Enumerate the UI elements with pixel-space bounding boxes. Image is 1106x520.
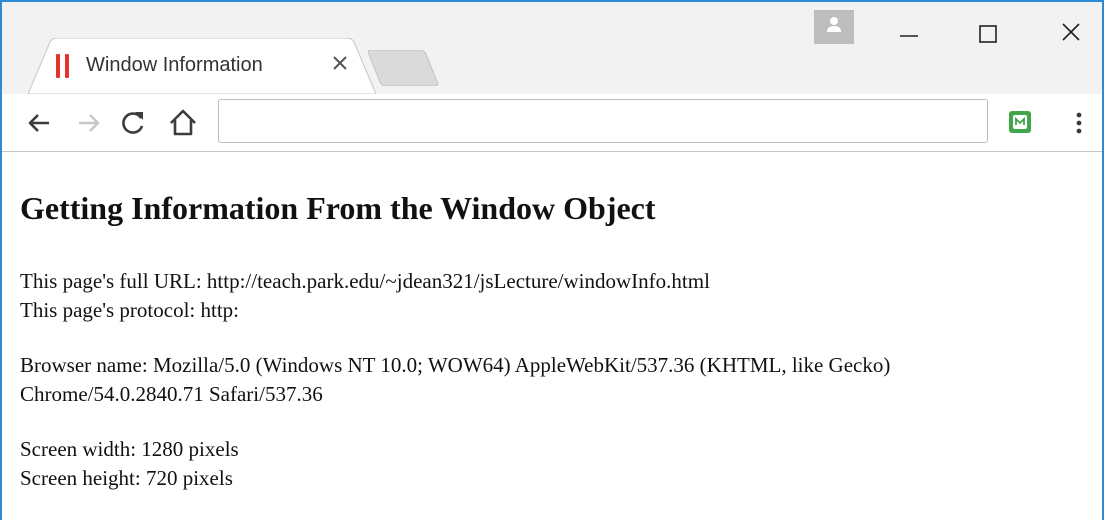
pause-bars-icon — [56, 54, 70, 78]
close-window-button[interactable] — [1048, 12, 1094, 52]
home-button[interactable] — [166, 106, 200, 140]
browser-toolbar — [2, 94, 1102, 152]
protocol-line: This page's protocol: http: — [20, 298, 240, 322]
vertical-dots-icon — [1076, 112, 1082, 134]
extension-icon[interactable] — [1008, 110, 1032, 134]
home-icon — [170, 109, 196, 136]
tab-title: Window Information — [86, 54, 263, 76]
screen-height-line: Screen height: 720 pixels — [20, 466, 233, 490]
reload-button[interactable] — [116, 106, 150, 140]
tab-close-icon[interactable] — [328, 51, 352, 75]
minimize-button[interactable] — [886, 12, 932, 52]
tab-window-information[interactable]: Window Information — [28, 38, 376, 94]
title-bar: Window Information — [2, 2, 1102, 94]
browser-name-line: Browser name: Mozilla/5.0 (Windows NT 10… — [20, 353, 891, 377]
menu-button[interactable] — [1064, 106, 1094, 140]
back-button[interactable] — [22, 106, 56, 140]
page-heading: Getting Information From the Window Obje… — [20, 190, 656, 226]
arrow-right-icon — [79, 114, 100, 132]
maximize-button[interactable] — [964, 12, 1010, 52]
screen-width-line: Screen width: 1280 pixels — [20, 437, 239, 461]
url-line: This page's full URL: http://teach.park.… — [20, 269, 710, 293]
person-icon[interactable] — [814, 10, 854, 44]
browser-name-continued-line: Chrome/54.0.2840.71 Safari/537.36 — [20, 382, 323, 406]
address-bar[interactable] — [218, 99, 988, 143]
arrow-left-icon — [28, 114, 49, 132]
new-tab-button[interactable] — [367, 49, 440, 87]
reload-icon — [122, 112, 144, 134]
browser-window: Window Information Getting Information F… — [0, 0, 1104, 520]
forward-button[interactable] — [72, 106, 106, 140]
